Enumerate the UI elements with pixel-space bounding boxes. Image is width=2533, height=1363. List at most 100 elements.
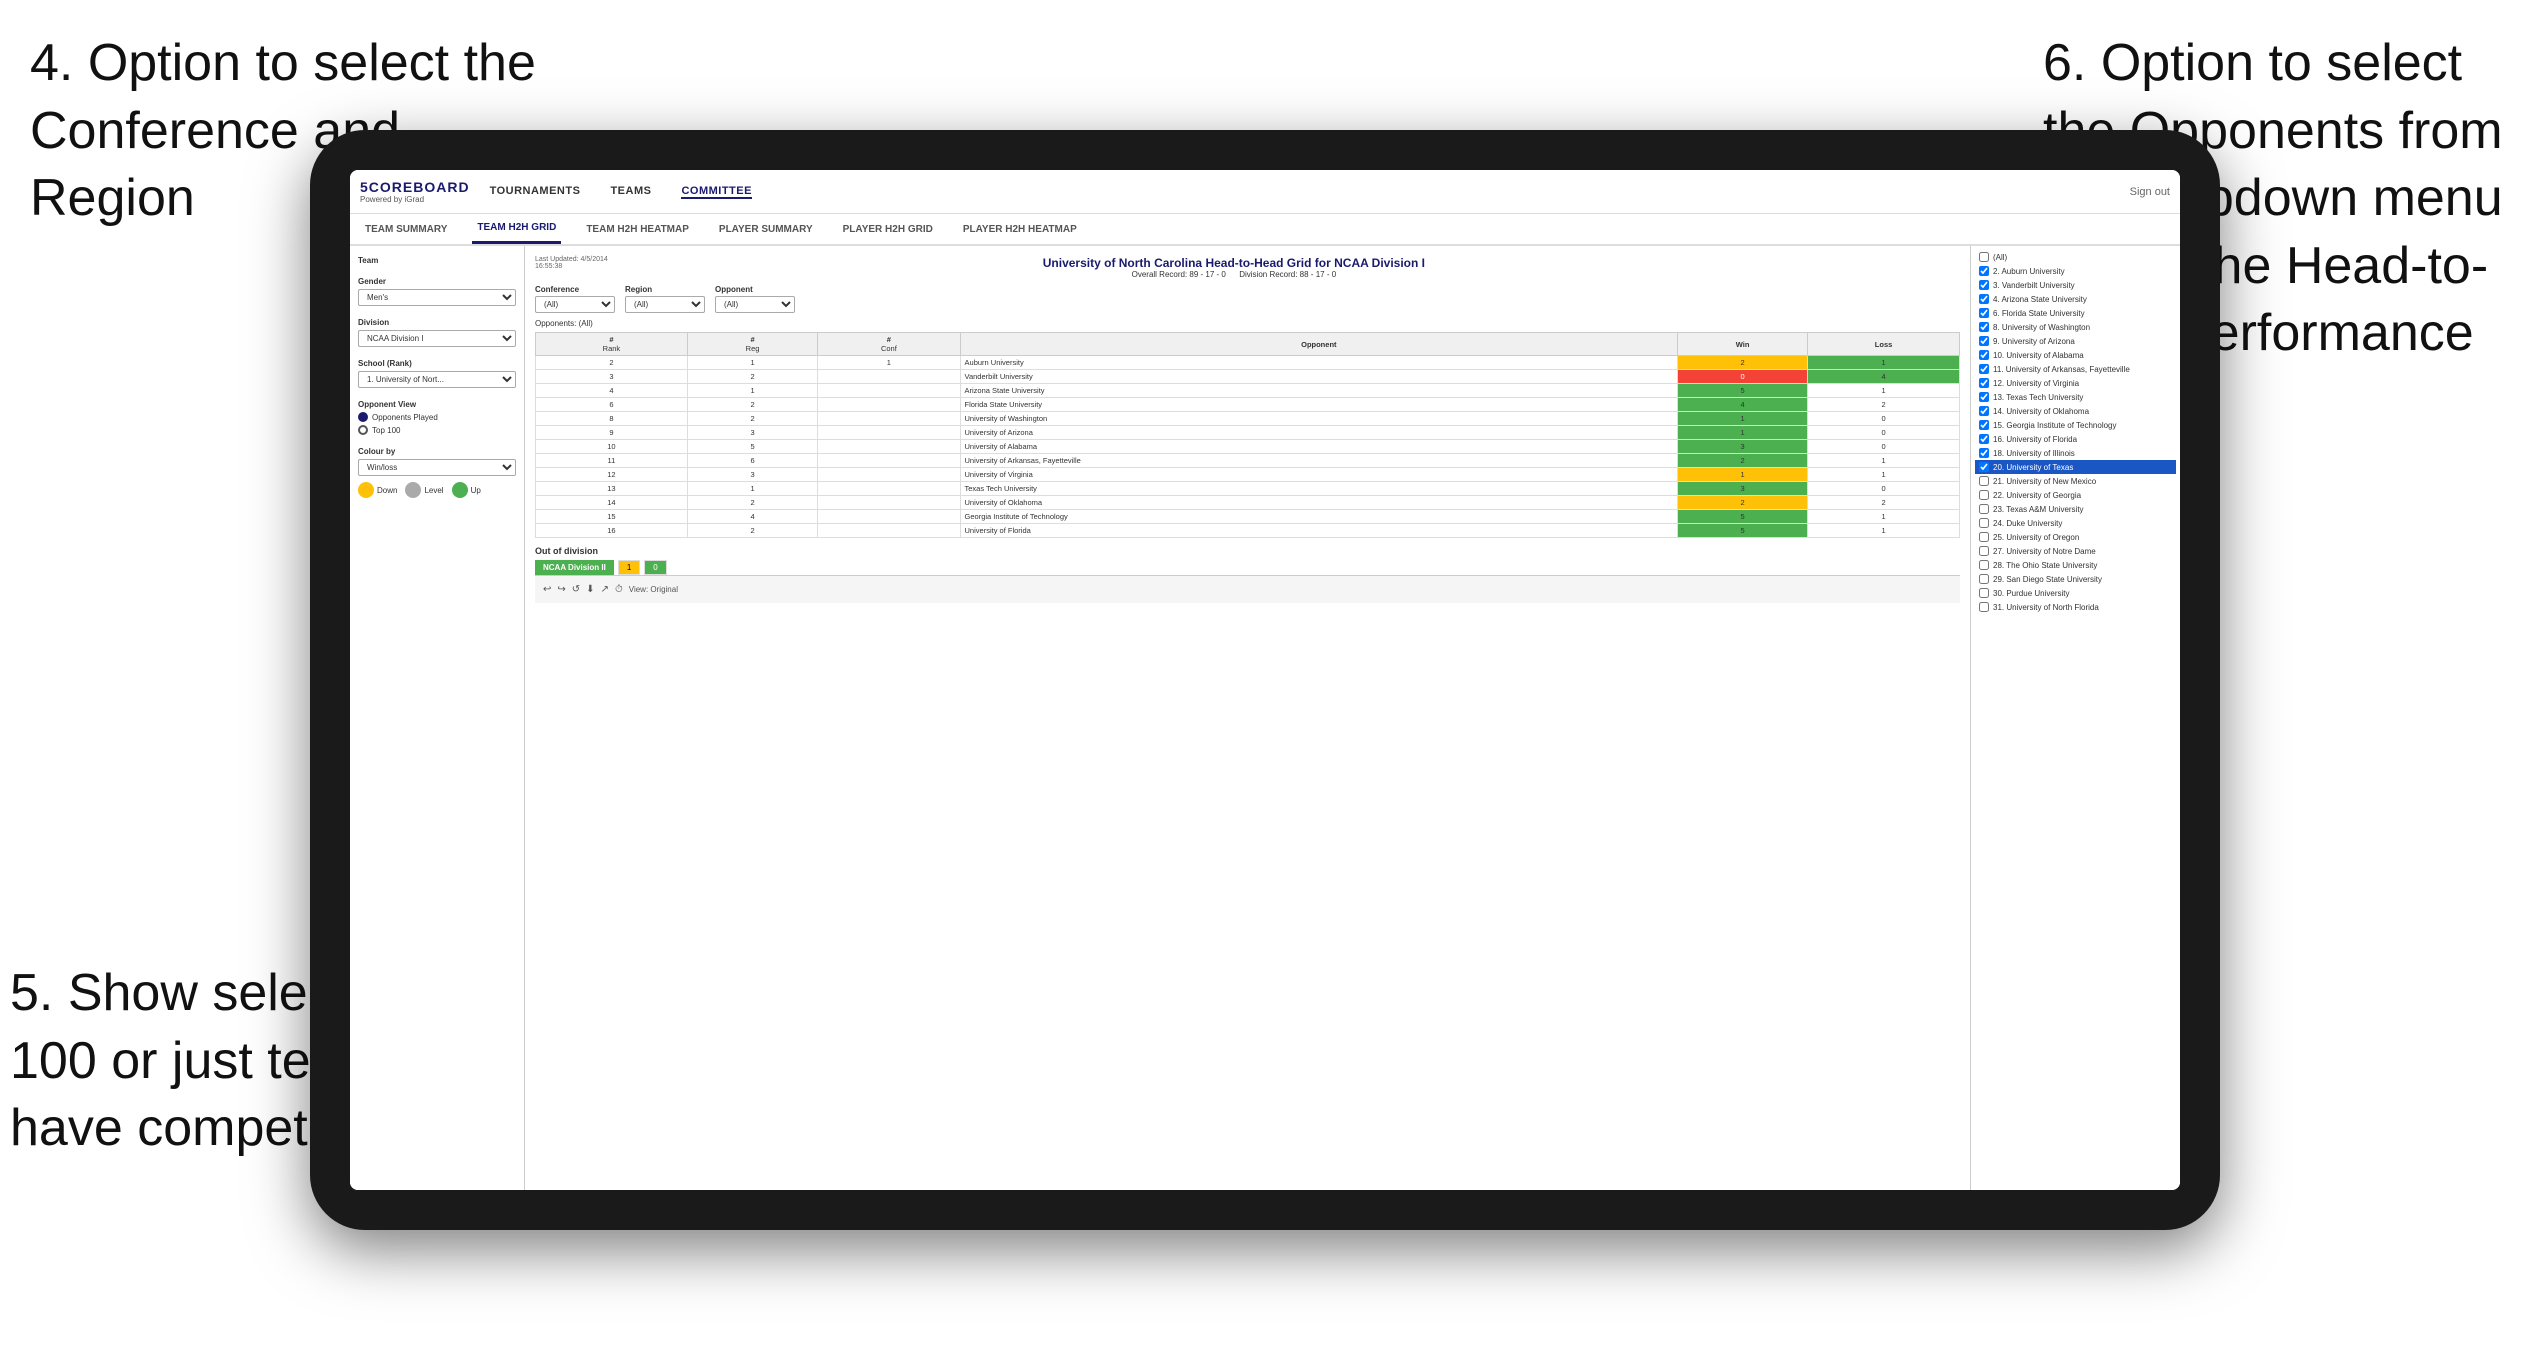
cell-loss: 0 xyxy=(1808,426,1960,440)
dropdown-checkbox[interactable] xyxy=(1979,490,1989,500)
nav-signout[interactable]: Sign out xyxy=(2130,186,2170,198)
colour-label: Colour by xyxy=(358,447,516,456)
dropdown-item[interactable]: 8. University of Washington xyxy=(1975,320,2176,334)
dropdown-checkbox[interactable] xyxy=(1979,574,1989,584)
table-row: 12 3 University of Virginia 1 1 xyxy=(536,468,1960,482)
dropdown-checkbox[interactable] xyxy=(1979,322,1989,332)
dropdown-item-label: 9. University of Arizona xyxy=(1993,337,2075,346)
dropdown-item[interactable]: (All) xyxy=(1975,250,2176,264)
dropdown-checkbox[interactable] xyxy=(1979,448,1989,458)
dropdown-item[interactable]: 13. Texas Tech University xyxy=(1975,390,2176,404)
clock-icon[interactable]: ⏱ xyxy=(615,584,623,595)
dropdown-item[interactable]: 10. University of Alabama xyxy=(1975,348,2176,362)
conference-select[interactable]: (All) xyxy=(535,296,615,313)
dropdown-item[interactable]: 18. University of Illinois xyxy=(1975,446,2176,460)
undo-icon[interactable]: ↩ xyxy=(543,584,551,595)
subnav-h2h-grid[interactable]: TEAM H2H GRID xyxy=(472,214,561,244)
subnav-player-h2h-heatmap[interactable]: PLAYER H2H HEATMAP xyxy=(958,214,1082,244)
dropdown-item[interactable]: 29. San Diego State University xyxy=(1975,572,2176,586)
opponent-select[interactable]: (All) xyxy=(715,296,795,313)
dropdown-checkbox[interactable] xyxy=(1979,336,1989,346)
dropdown-checkbox[interactable] xyxy=(1979,406,1989,416)
dropdown-item[interactable]: 14. University of Oklahoma xyxy=(1975,404,2176,418)
subnav-team-summary[interactable]: TEAM SUMMARY xyxy=(360,214,452,244)
cell-name: University of Oklahoma xyxy=(960,496,1678,510)
subnav-player-summary[interactable]: PLAYER SUMMARY xyxy=(714,214,818,244)
out-of-division: Out of division NCAA Division II 1 0 xyxy=(535,546,1960,575)
redo-icon[interactable]: ↪ xyxy=(557,584,565,595)
dropdown-item[interactable]: 25. University of Oregon xyxy=(1975,530,2176,544)
dropdown-checkbox[interactable] xyxy=(1979,350,1989,360)
report-title: University of North Carolina Head-to-Hea… xyxy=(608,256,1860,270)
dropdown-item[interactable]: 4. Arizona State University xyxy=(1975,292,2176,306)
radio-top100[interactable]: Top 100 xyxy=(358,425,516,435)
dropdown-checkbox[interactable] xyxy=(1979,532,1989,542)
dropdown-checkbox[interactable] xyxy=(1979,602,1989,612)
dropdown-item[interactable]: 16. University of Florida xyxy=(1975,432,2176,446)
dropdown-item[interactable]: 9. University of Arizona xyxy=(1975,334,2176,348)
dropdown-item[interactable]: 6. Florida State University xyxy=(1975,306,2176,320)
dropdown-checkbox[interactable] xyxy=(1979,434,1989,444)
cell-win: 1 xyxy=(1678,468,1808,482)
region-select[interactable]: (All) xyxy=(625,296,705,313)
dropdown-checkbox[interactable] xyxy=(1979,462,1989,472)
dropdown-checkbox[interactable] xyxy=(1979,476,1989,486)
dropdown-item[interactable]: 28. The Ohio State University xyxy=(1975,558,2176,572)
dropdown-item-label: 16. University of Florida xyxy=(1993,435,2077,444)
dropdown-item[interactable]: 27. University of Notre Dame xyxy=(1975,544,2176,558)
refresh-icon[interactable]: ↺ xyxy=(572,584,580,595)
tablet-device: 5COREBOARD Powered by iGrad TOURNAMENTS … xyxy=(310,130,2220,1230)
dropdown-checkbox[interactable] xyxy=(1979,392,1989,402)
dropdown-item[interactable]: 31. University of North Florida xyxy=(1975,600,2176,614)
update-info: Last Updated: 4/5/2014 16:55:38 xyxy=(535,256,608,270)
nav-teams[interactable]: TEAMS xyxy=(610,185,651,199)
dropdown-checkbox[interactable] xyxy=(1979,294,1989,304)
dropdown-checkbox[interactable] xyxy=(1979,546,1989,556)
view-label: View: Original xyxy=(629,585,678,594)
table-row: 15 4 Georgia Institute of Technology 5 1 xyxy=(536,510,1960,524)
dropdown-item-label: 3. Vanderbilt University xyxy=(1993,281,2075,290)
dropdown-item[interactable]: 3. Vanderbilt University xyxy=(1975,278,2176,292)
nav-committee[interactable]: COMMITTEE xyxy=(681,185,752,199)
subnav-h2h-heatmap[interactable]: TEAM H2H HEATMAP xyxy=(581,214,694,244)
dropdown-item[interactable]: 30. Purdue University xyxy=(1975,586,2176,600)
dropdown-checkbox[interactable] xyxy=(1979,560,1989,570)
colour-select[interactable]: Win/loss xyxy=(358,459,516,476)
dropdown-item[interactable]: 12. University of Virginia xyxy=(1975,376,2176,390)
nav-tournaments[interactable]: TOURNAMENTS xyxy=(490,185,581,199)
dropdown-item-label: 25. University of Oregon xyxy=(1993,533,2079,542)
division-select[interactable]: NCAA Division I xyxy=(358,330,516,347)
school-select[interactable]: 1. University of Nort... xyxy=(358,371,516,388)
dropdown-item[interactable]: 20. University of Texas xyxy=(1975,460,2176,474)
dropdown-checkbox[interactable] xyxy=(1979,588,1989,598)
dropdown-checkbox[interactable] xyxy=(1979,504,1989,514)
dropdown-item[interactable]: 2. Auburn University xyxy=(1975,264,2176,278)
table-row: 2 1 1 Auburn University 2 1 xyxy=(536,356,1960,370)
cell-rank: 2 xyxy=(536,356,688,370)
dropdown-checkbox[interactable] xyxy=(1979,420,1989,430)
dropdown-checkbox[interactable] xyxy=(1979,252,1989,262)
dropdown-checkbox[interactable] xyxy=(1979,308,1989,318)
dropdown-checkbox[interactable] xyxy=(1979,378,1989,388)
dropdown-item[interactable]: 23. Texas A&M University xyxy=(1975,502,2176,516)
subnav-player-h2h-grid[interactable]: PLAYER H2H GRID xyxy=(838,214,938,244)
dropdown-item[interactable]: 15. Georgia Institute of Technology xyxy=(1975,418,2176,432)
dropdown-item[interactable]: 21. University of New Mexico xyxy=(1975,474,2176,488)
dropdown-checkbox[interactable] xyxy=(1979,364,1989,374)
dropdown-checkbox[interactable] xyxy=(1979,266,1989,276)
dropdown-item[interactable]: 11. University of Arkansas, Fayetteville xyxy=(1975,362,2176,376)
dropdown-list[interactable]: (All)2. Auburn University 3. Vanderbilt U… xyxy=(1971,246,2180,1190)
cell-reg: 1 xyxy=(687,356,817,370)
dropdown-checkbox[interactable] xyxy=(1979,280,1989,290)
cell-loss: 1 xyxy=(1808,524,1960,538)
dropdown-item[interactable]: 24. Duke University xyxy=(1975,516,2176,530)
share-icon[interactable]: ↗ xyxy=(601,584,609,595)
cell-reg: 2 xyxy=(687,370,817,384)
dropdown-checkbox[interactable] xyxy=(1979,518,1989,528)
radio-opponents-played[interactable]: Opponents Played xyxy=(358,412,516,422)
dropdown-item[interactable]: 22. University of Georgia xyxy=(1975,488,2176,502)
school-section: School (Rank) 1. University of Nort... xyxy=(358,359,516,388)
gender-select[interactable]: Men's xyxy=(358,289,516,306)
dropdown-item-label: 13. Texas Tech University xyxy=(1993,393,2083,402)
download-icon[interactable]: ⬇ xyxy=(586,584,594,595)
